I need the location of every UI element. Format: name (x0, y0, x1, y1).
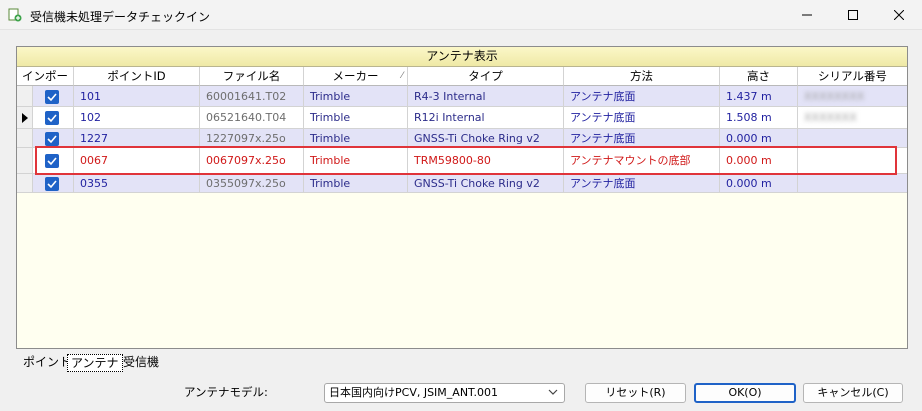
maker-cell[interactable]: Trimble (304, 148, 408, 174)
table-row[interactable]: 1227 1227097x.25o Trimble GNSS-Ti Choke … (17, 129, 907, 148)
import-cell (33, 148, 74, 174)
row-selector[interactable] (17, 107, 33, 129)
type-cell[interactable]: TRM59800-80 (408, 148, 564, 174)
import-cell (33, 86, 74, 107)
column-header-type[interactable]: タイプ (408, 67, 564, 86)
point-id-cell[interactable]: 102 (74, 107, 200, 129)
maximize-icon (848, 10, 858, 20)
file-name-cell[interactable]: 06521640.T04 (200, 107, 304, 129)
antenna-model-select[interactable]: 日本国内向けPCV, JSIM_ANT.001 (324, 383, 565, 403)
ok-button[interactable]: OK(O) (694, 383, 796, 403)
column-header-point-id[interactable]: ポイントID (74, 67, 200, 86)
chevron-down-icon (548, 389, 558, 395)
table-row[interactable]: 102 06521640.T04 Trimble R12i Internal ア… (17, 107, 907, 129)
row-selector[interactable] (17, 129, 33, 148)
serial-cell[interactable] (798, 174, 907, 193)
point-id-cell[interactable]: 101 (74, 86, 200, 107)
point-id-cell[interactable]: 0355 (74, 174, 200, 193)
height-cell[interactable]: 0.000 m (720, 148, 798, 174)
method-cell[interactable]: アンテナ底面 (564, 129, 720, 148)
import-checkbox[interactable] (45, 132, 59, 146)
method-cell[interactable]: アンテナマウントの底部 (564, 148, 720, 174)
check-icon (47, 93, 57, 102)
point-id-cell[interactable]: 0067 (74, 148, 200, 174)
minimize-icon (802, 14, 812, 16)
maker-cell[interactable]: Trimble (304, 174, 408, 193)
minimize-button[interactable] (784, 0, 830, 30)
serial-value: XXXXXXX (804, 111, 857, 124)
check-icon (47, 135, 57, 144)
file-name-cell[interactable]: 1227097x.25o (200, 129, 304, 148)
reset-button[interactable]: リセット(R) (585, 383, 686, 403)
serial-cell[interactable]: XXXXXXX (798, 107, 907, 129)
import-checkbox[interactable] (45, 90, 59, 104)
import-cell (33, 174, 74, 193)
import-cell (33, 129, 74, 148)
height-cell[interactable]: 1.437 m (720, 86, 798, 107)
import-cell (33, 107, 74, 129)
type-cell[interactable]: GNSS-Ti Choke Ring v2 (408, 174, 564, 193)
file-name-cell[interactable]: 0067097x.25o (200, 148, 304, 174)
close-button[interactable] (876, 0, 922, 30)
type-cell[interactable]: GNSS-Ti Choke Ring v2 (408, 129, 564, 148)
maker-cell[interactable]: Trimble (304, 129, 408, 148)
maximize-button[interactable] (830, 0, 876, 30)
antenna-model-value: 日本国内向けPCV, JSIM_ANT.001 (329, 386, 498, 399)
row-selector[interactable] (17, 174, 33, 193)
serial-value: XXXXXXXX (804, 90, 865, 103)
current-row-pointer-icon (22, 113, 28, 123)
maker-cell[interactable]: Trimble (304, 107, 408, 129)
antenna-model-label: アンテナモデル: (184, 385, 268, 399)
check-icon (47, 180, 57, 189)
grid-band-title: アンテナ表示 (17, 47, 907, 67)
column-header-file-name[interactable]: ファイル名 (200, 67, 304, 86)
maker-cell[interactable]: Trimble (304, 86, 408, 107)
row-selector[interactable] (17, 86, 33, 107)
height-cell[interactable]: 0.000 m (720, 129, 798, 148)
close-icon (894, 10, 904, 20)
sort-icon: ⁄ (401, 71, 403, 81)
serial-cell[interactable] (798, 129, 907, 148)
import-checkbox[interactable] (45, 111, 59, 125)
file-name-cell[interactable]: 60001641.T02 (200, 86, 304, 107)
window-title: 受信機未処理データチェックイン (30, 10, 211, 24)
tab-antenna[interactable]: アンテナ (67, 354, 123, 372)
height-cell[interactable]: 1.508 m (720, 107, 798, 129)
serial-cell[interactable] (798, 148, 907, 174)
column-header-maker[interactable]: メーカー ⁄ (304, 67, 408, 86)
type-cell[interactable]: R12i Internal (408, 107, 564, 129)
serial-cell[interactable]: XXXXXXXX (798, 86, 907, 107)
column-header-height[interactable]: 高さ (720, 67, 798, 86)
row-selector[interactable] (17, 148, 33, 174)
title-bar: 受信機未処理データチェックイン (0, 0, 922, 30)
method-cell[interactable]: アンテナ底面 (564, 107, 720, 129)
height-cell[interactable]: 0.000 m (720, 174, 798, 193)
column-header-serial[interactable]: シリアル番号 (798, 67, 907, 86)
file-name-cell[interactable]: 0355097x.25o (200, 174, 304, 193)
method-cell[interactable]: アンテナ底面 (564, 86, 720, 107)
import-checkbox[interactable] (45, 177, 59, 191)
point-id-cell[interactable]: 1227 (74, 129, 200, 148)
cancel-button[interactable]: キャンセル(C) (803, 383, 903, 403)
table-row-highlighted[interactable]: 0067 0067097x.25o Trimble TRM59800-80 アン… (17, 148, 907, 174)
add-document-icon (8, 8, 22, 22)
import-checkbox[interactable] (45, 154, 59, 168)
table-row[interactable]: 0355 0355097x.25o Trimble GNSS-Ti Choke … (17, 174, 907, 193)
method-cell[interactable]: アンテナ底面 (564, 174, 720, 193)
column-header-import[interactable]: インポート (17, 67, 74, 101)
column-header-maker-label: メーカー (332, 69, 379, 83)
table-row[interactable]: 101 60001641.T02 Trimble R4-3 Internal ア… (17, 86, 907, 107)
tab-receiver[interactable]: 受信機 (120, 354, 162, 372)
antenna-grid: アンテナ表示 インポート ポイントID ファイル名 メーカー ⁄ タイプ 方法 高… (16, 46, 908, 349)
tab-point[interactable]: ポイント (20, 354, 74, 372)
column-header-method[interactable]: 方法 (564, 67, 720, 86)
check-icon (47, 157, 57, 166)
check-icon (47, 114, 57, 123)
type-cell[interactable]: R4-3 Internal (408, 86, 564, 107)
